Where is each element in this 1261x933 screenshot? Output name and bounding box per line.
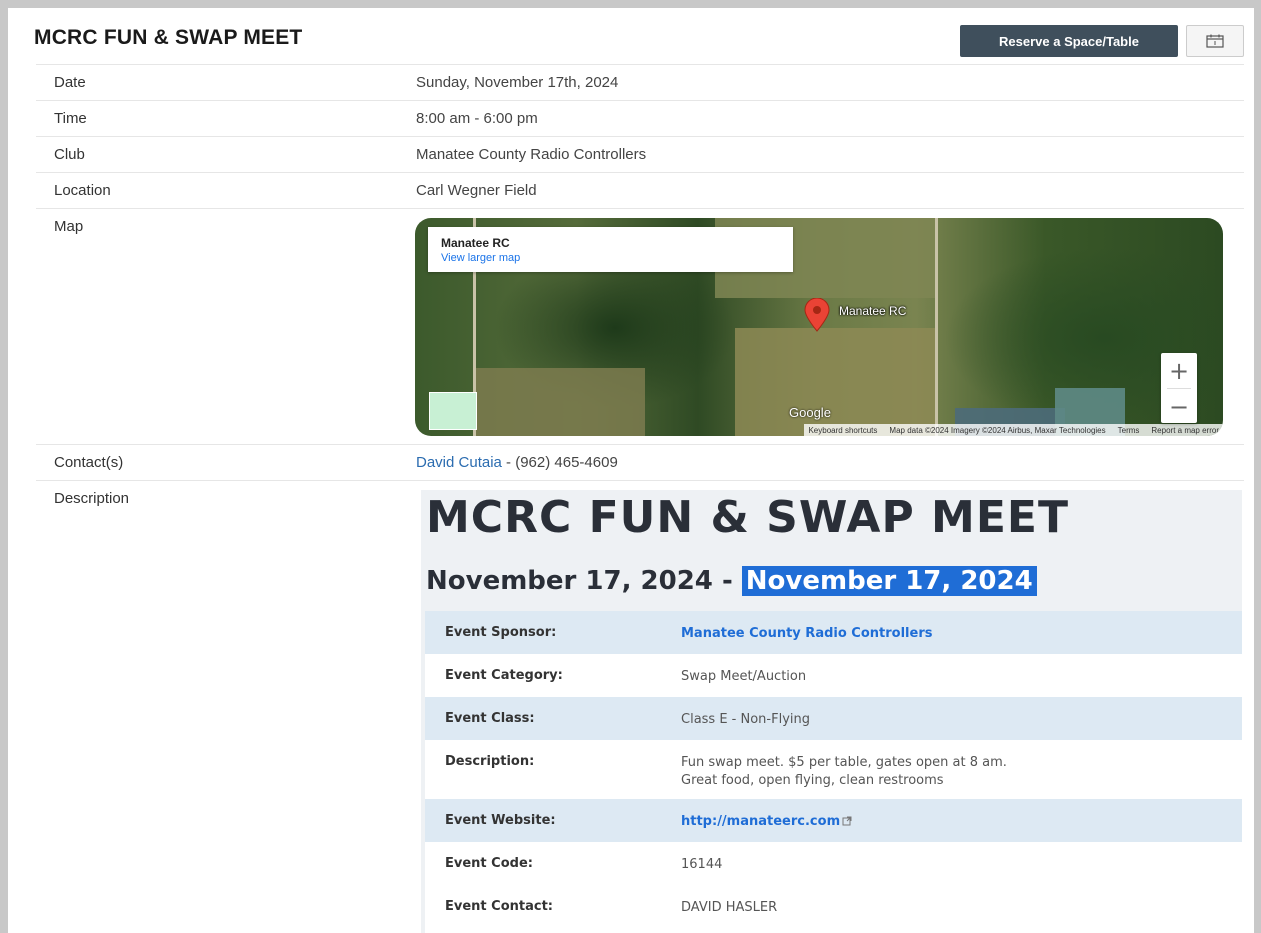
reserve-space-button[interactable]: Reserve a Space/Table: [960, 25, 1178, 57]
zoom-out-button[interactable]: −: [1161, 389, 1197, 424]
event-website-key: Event Website:: [445, 813, 556, 828]
club-label: Club: [54, 146, 85, 163]
description-image: MCRC FUN & SWAP MEET November 17, 2024 -…: [421, 490, 1242, 933]
location-row: Location Carl Wegner Field: [36, 172, 1244, 209]
time-value: 8:00 am - 6:00 pm: [416, 110, 538, 127]
contact-value: David Cutaia - (962) 465-4609: [416, 454, 618, 471]
google-logo: Google: [789, 405, 831, 420]
contact-row: Contact(s) David Cutaia - (962) 465-4609: [36, 444, 1244, 481]
description-dates: November 17, 2024 - November 17, 2024: [426, 566, 1037, 596]
table-row: Event Sponsor: Manatee County Radio Cont…: [425, 611, 1242, 654]
event-panel: MCRC FUN & SWAP MEET Reserve a Space/Tab…: [8, 8, 1254, 933]
calendar-icon: [1206, 34, 1224, 48]
map-place-name: Manatee RC: [441, 236, 510, 250]
time-label: Time: [54, 110, 87, 127]
map-field-area: [735, 328, 935, 436]
table-row: Event Contact: DAVID HASLER: [425, 885, 1242, 933]
description-heading: MCRC FUN & SWAP MEET: [426, 492, 1069, 543]
date-end-highlighted: November 17, 2024: [741, 566, 1037, 596]
event-category-key: Event Category:: [445, 668, 563, 683]
event-website-link[interactable]: http://manateerc.com: [681, 813, 852, 831]
map-data-attribution: Map data ©2024 Imagery ©2024 Airbus, Max…: [889, 425, 1106, 435]
report-map-error-link[interactable]: Report a map error: [1151, 426, 1219, 435]
event-class-key: Event Class:: [445, 711, 535, 726]
event-detail-table: Event Sponsor: Manatee County Radio Cont…: [425, 611, 1242, 933]
event-description-key: Description:: [445, 754, 535, 769]
terms-link[interactable]: Terms: [1118, 426, 1140, 435]
club-row: Club Manatee County Radio Controllers: [36, 136, 1244, 173]
event-code-value: 16144: [681, 857, 723, 872]
event-category-value: Swap Meet/Auction: [681, 669, 807, 684]
table-row: Event Website: http://manateerc.com: [425, 799, 1242, 842]
map-field-area: [475, 368, 645, 436]
map-label: Map: [54, 218, 84, 235]
event-class-value: Class E - Non-Flying: [681, 712, 810, 727]
map-attribution: Keyboard shortcuts Map data ©2024 Imager…: [804, 424, 1223, 436]
event-website-url[interactable]: http://manateerc.com: [681, 814, 840, 829]
external-link-icon: [842, 816, 852, 826]
event-sponsor-key: Event Sponsor:: [445, 625, 557, 640]
location-value: Carl Wegner Field: [416, 182, 537, 199]
event-contact-key: Event Contact:: [445, 899, 553, 914]
table-row: Event Category: Swap Meet/Auction: [425, 654, 1242, 697]
date-start: November 17, 2024 -: [426, 566, 742, 596]
event-description-value: Fun swap meet. $5 per table, gates open …: [681, 754, 1007, 790]
map-type-thumbnail[interactable]: [429, 392, 477, 430]
table-row: Event Class: Class E - Non-Flying: [425, 697, 1242, 740]
description-label: Description: [54, 490, 130, 507]
add-to-calendar-button[interactable]: [1186, 25, 1244, 57]
event-description-line: Great food, open flying, clean restrooms: [681, 773, 944, 788]
contact-name-link[interactable]: David Cutaia: [416, 454, 502, 471]
contacts-label: Contact(s): [54, 454, 124, 471]
location-label: Location: [54, 182, 111, 199]
date-value: Sunday, November 17th, 2024: [416, 74, 619, 91]
event-code-key: Event Code:: [445, 856, 533, 871]
map-pin-icon[interactable]: [803, 298, 831, 332]
map-road: [935, 218, 938, 436]
time-row: Time 8:00 am - 6:00 pm: [36, 100, 1244, 137]
club-link[interactable]: Manatee County Radio Controllers: [416, 146, 646, 163]
keyboard-shortcuts-link[interactable]: Keyboard shortcuts: [808, 426, 877, 435]
contact-phone: - (962) 465-4609: [501, 454, 618, 471]
zoom-in-button[interactable]: +: [1161, 353, 1197, 388]
embedded-map[interactable]: Manatee RC View larger map Manatee RC Go…: [415, 218, 1223, 436]
date-label: Date: [54, 74, 86, 91]
view-larger-map-link[interactable]: View larger map: [441, 252, 520, 264]
map-zoom-control: + −: [1161, 353, 1197, 423]
page-title: MCRC FUN & SWAP MEET: [34, 26, 303, 49]
table-row: Description: Fun swap meet. $5 per table…: [425, 740, 1242, 799]
event-sponsor-link[interactable]: Manatee County Radio Controllers: [681, 625, 932, 643]
date-row: Date Sunday, November 17th, 2024: [36, 64, 1244, 101]
event-description-line: Fun swap meet. $5 per table, gates open …: [681, 755, 1007, 770]
table-row: Event Code: 16144: [425, 842, 1242, 885]
map-info-box: Manatee RC View larger map: [428, 227, 793, 272]
event-contact-value: DAVID HASLER: [681, 900, 778, 915]
map-pin-label: Manatee RC: [839, 304, 907, 318]
